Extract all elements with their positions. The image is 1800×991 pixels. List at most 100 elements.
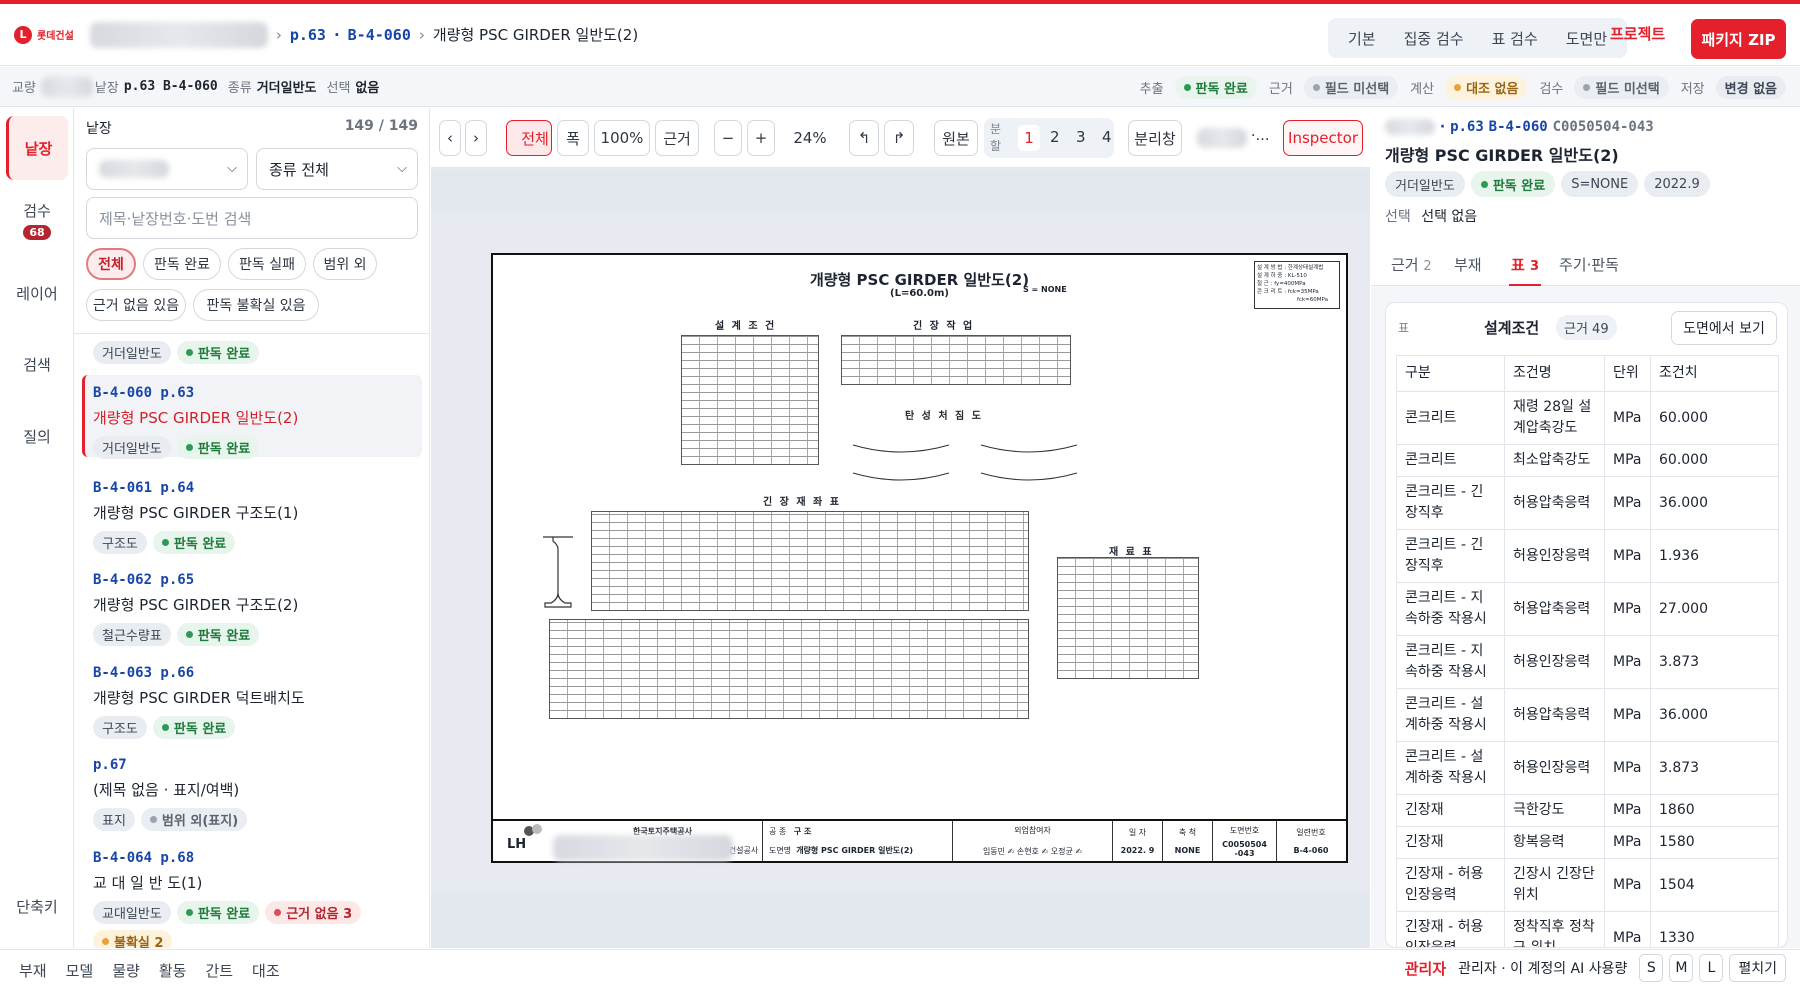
table-row[interactable]: 긴장재 항복응력 MPa 1580 — [1396, 826, 1779, 859]
item-code: p.67 — [93, 757, 127, 773]
bridge-select[interactable]: ⌵ — [86, 148, 248, 190]
nav-search[interactable]: 검색 — [6, 354, 68, 375]
view-in-drawing-button[interactable]: 도면에서 보기 — [1671, 311, 1777, 345]
original-button[interactable]: 원본 — [934, 120, 978, 156]
list-item[interactable]: p.67 (제목 없음 · 표지/여백) 표지 범위 외(표지) — [74, 757, 424, 831]
toolbar-more[interactable]: ·… — [1251, 128, 1269, 144]
inspector-button[interactable]: Inspector — [1283, 120, 1363, 156]
list-item[interactable]: B-4-063 p.66 개량형 PSC GIRDER 덕트배치도 구조도 판독… — [74, 665, 424, 739]
rotate-left-icon[interactable]: ↰ — [849, 120, 879, 156]
breadcrumb-page[interactable]: p.63 — [290, 26, 326, 44]
size-s-button[interactable]: S — [1639, 954, 1664, 982]
type-select[interactable]: 종류 전체 ⌵ — [256, 148, 418, 190]
bottom-tab-model[interactable]: 모델 — [66, 960, 94, 981]
filter-all[interactable]: 전체 — [86, 248, 136, 280]
zoom-100-button[interactable]: 100% — [594, 120, 650, 156]
nav-query[interactable]: 질의 — [6, 426, 68, 447]
breadcrumb-code[interactable]: B-4-060 — [348, 26, 411, 44]
table-row[interactable]: 콘크리트 - 긴장직후 허용압축응력 MPa 36.000 — [1396, 476, 1779, 530]
tag-type: 구조도 — [93, 716, 147, 739]
drawing-sheet[interactable]: 개량형 PSC GIRDER 일반도(2) (L=60.0m) S = NONE… — [491, 253, 1348, 863]
bottom-tab-activity[interactable]: 활동 — [159, 960, 187, 981]
filter-no-evidence[interactable]: 근거 없음 있음 — [86, 289, 186, 321]
bottom-tab-compare[interactable]: 대조 — [252, 960, 280, 981]
list-item-selected[interactable]: B-4-060 p.63 개량형 PSC GIRDER 일반도(2) 거더일반도… — [82, 375, 422, 459]
status-save-key: 저장 — [1680, 81, 1705, 97]
list-item[interactable]: B-4-061 p.64 개량형 PSC GIRDER 구조도(1) 구조도 판… — [74, 480, 424, 554]
nav-layers[interactable]: 레이어 — [6, 283, 68, 304]
table-row[interactable]: 콘크리트 재령 28일 설계압축강도 MPa 60.000 — [1396, 391, 1779, 445]
rotate-right-icon[interactable]: ↱ — [884, 120, 914, 156]
table-row[interactable]: 콘크리트 - 설계하중 작용시 허용압축응력 MPa 36.000 — [1396, 688, 1779, 742]
item-title: 개량형 PSC GIRDER 덕트배치도 — [93, 689, 305, 707]
split-option-2[interactable]: 2 — [1050, 128, 1060, 146]
drawing-title-block: LH 한국토지주택공사 롯데건설 건설공사 공 종 구 조 도면명 개량형 PS… — [493, 819, 1346, 861]
cell: 콘크리트 - 긴장직후 — [1396, 476, 1505, 530]
split-option-3[interactable]: 3 — [1076, 128, 1086, 146]
table-row[interactable]: 콘크리트 - 지속하중 작용시 허용인장응력 MPa 3.873 — [1396, 635, 1779, 689]
prev-page-button[interactable]: ‹ — [439, 120, 461, 156]
tag-status-label: 판독 완료 — [173, 722, 227, 737]
filter-uncertain[interactable]: 판독 불확실 있음 — [193, 289, 319, 321]
cell: 허용인장응력 — [1504, 529, 1605, 583]
table-row[interactable]: 긴장재 극한강도 MPa 1860 — [1396, 794, 1779, 827]
tb-sheet-label: 일련번호 — [1296, 828, 1326, 837]
mode-table-review[interactable]: 표 검수 — [1478, 28, 1552, 49]
next-page-button[interactable]: › — [465, 120, 487, 156]
table-row[interactable]: 콘크리트 - 지속하중 작용시 허용압축응력 MPa 27.000 — [1396, 582, 1779, 636]
tab-members[interactable]: 부재 — [1454, 254, 1482, 275]
filter-out-of-scope[interactable]: 범위 외 — [313, 248, 377, 280]
bottom-tab-gantt[interactable]: 간트 — [205, 960, 233, 981]
deflection-diagrams — [852, 444, 1078, 481]
cell: 콘크리트 — [1396, 444, 1505, 477]
item-title: (제목 없음 · 표지/여백) — [93, 781, 240, 799]
table-row[interactable]: 콘크리트 최소압축강도 MPa 60.000 — [1396, 444, 1779, 477]
table-row[interactable]: 긴장재 - 허용인장응력 정착직후 정착구 위치 MPa 1330 — [1396, 911, 1779, 947]
zoom-in-button[interactable]: + — [747, 120, 775, 156]
list-item[interactable]: B-4-064 p.68 교 대 일 반 도(1) 교대일반도 판독 완료 근거… — [74, 850, 424, 948]
table-row[interactable]: 긴장재 - 허용인장응력 긴장시 긴장단 위치 MPa 1504 — [1396, 858, 1779, 912]
search-input[interactable]: 제목·낱장번호·도번 검색 — [86, 197, 418, 239]
tab-notes[interactable]: 주기·판독 — [1559, 254, 1619, 275]
mode-focus-review[interactable]: 집중 검수 — [1390, 28, 1478, 49]
mode-basic[interactable]: 기본 — [1334, 28, 1390, 49]
expand-button[interactable]: 펼치기 — [1729, 954, 1786, 982]
split-option-1[interactable]: 1 — [1018, 125, 1040, 151]
table-card-label: 표 — [1398, 321, 1410, 335]
nav-sheets[interactable]: 낱장 — [6, 116, 68, 180]
inspector-code: B-4-060 — [1488, 119, 1548, 135]
fit-width-button[interactable]: 폭 — [557, 120, 589, 156]
inspector-tags: 거더일반도 판독 완료 S=NONE 2022.9 — [1385, 171, 1710, 197]
size-l-button[interactable]: L — [1699, 954, 1724, 982]
logo[interactable]: L 롯데건설 — [14, 25, 74, 44]
list-item[interactable]: 거더일반도 판독 완료 — [74, 341, 424, 364]
detach-window-button[interactable]: 분리창 — [1128, 120, 1182, 156]
cell: 허용압축응력 — [1504, 688, 1605, 742]
tab-evidence[interactable]: 근거 2 — [1391, 254, 1432, 275]
nav-shortcuts[interactable]: 단축키 — [6, 896, 68, 917]
list-item[interactable]: B-4-062 p.65 개량형 PSC GIRDER 구조도(2) 철근수량표… — [74, 572, 424, 646]
tab-tables[interactable]: 표 3 — [1508, 254, 1542, 286]
materials-table — [1057, 557, 1199, 679]
bottom-tab-quantity[interactable]: 물량 — [112, 960, 140, 981]
split-option-4[interactable]: 4 — [1102, 128, 1112, 146]
evidence-button[interactable]: 근거 — [655, 120, 699, 156]
table-row[interactable]: 콘크리트 - 긴장직후 허용인장응력 MPa 1.936 — [1396, 529, 1779, 583]
size-m-button[interactable]: M — [1669, 954, 1694, 982]
tendon-table-upper — [591, 511, 1029, 611]
type-key: 종류 — [227, 81, 252, 96]
project-button[interactable]: 프로젝트 — [1610, 23, 1665, 44]
table-row[interactable]: 콘크리트 - 설계하중 작용시 허용인장응력 MPa 3.873 — [1396, 741, 1779, 795]
zoom-out-button[interactable]: − — [714, 120, 742, 156]
cell: 긴장재 - 허용인장응력 — [1396, 911, 1505, 947]
tag-type: 거더일반도 — [93, 436, 171, 459]
breadcrumb-title: 개량형 PSC GIRDER 일반도(2) — [432, 26, 639, 44]
status-save-badge: 변경 없음 — [1715, 75, 1786, 99]
fit-all-button[interactable]: 전체 — [506, 120, 552, 156]
filter-read-done[interactable]: 판독 완료 — [143, 248, 221, 280]
status-dot-icon — [161, 539, 169, 546]
filter-read-failed[interactable]: 판독 실패 — [228, 248, 306, 280]
bottom-tab-members[interactable]: 부재 — [19, 960, 47, 981]
nav-review[interactable]: 검수 68 — [6, 200, 68, 240]
package-zip-button[interactable]: 패키지 ZIP — [1691, 19, 1786, 59]
